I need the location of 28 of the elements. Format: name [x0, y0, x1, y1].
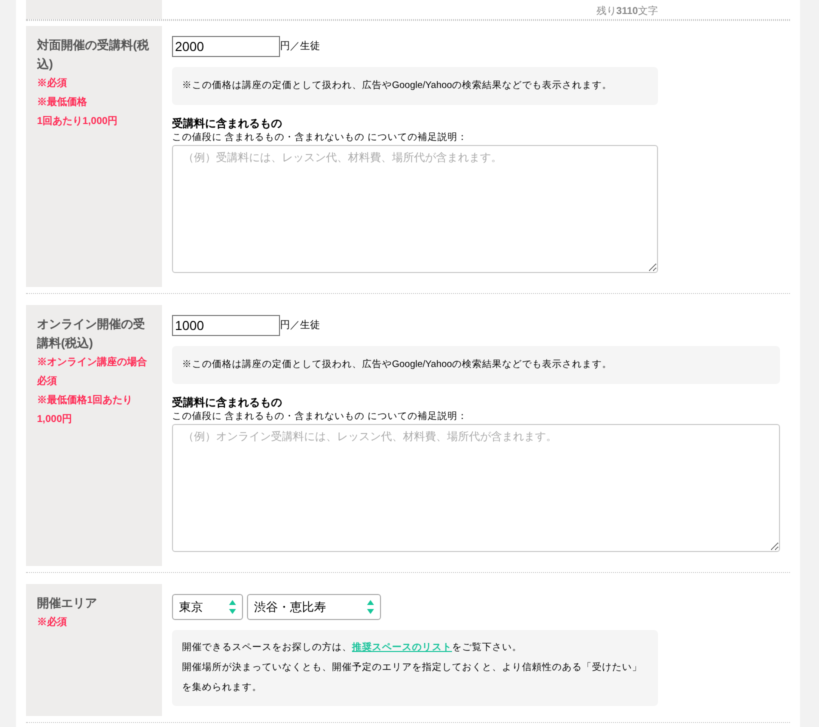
- up-down-arrow-icon: [367, 600, 374, 614]
- required-note: ※必須: [37, 76, 68, 91]
- section-heading: 受講料に含まれるもの: [172, 396, 283, 410]
- required-note: ※最低価格1回あたり1,000円: [37, 394, 134, 427]
- notice-box: ※この価格は講座の定価として扱われ、広告やGoogle/Yahooの検索結果などでも表示されます。: [172, 346, 780, 384]
- description-textarea[interactable]: （例）受講料には、レッスン代、材料費、場所代が含まれます。: [172, 145, 658, 274]
- info-text: 開催場所が決まっていなくとも、開催予定のエリアを指定しておくと、より信頼性のある「受けたい」を集められます。: [182, 661, 643, 695]
- price-input[interactable]: 2000: [172, 36, 280, 57]
- price-input[interactable]: 1000: [172, 315, 280, 336]
- section-description: この値段に 含まれるもの・含まれないもの についての補足説明：: [172, 131, 468, 146]
- dropdown-select[interactable]: 渋谷・恵比寿: [247, 594, 381, 620]
- info-text: 開催できるスペースをお探しの方は、推奨スペースのリスト をご覧下さい。: [182, 641, 523, 655]
- required-note: ※最低価格: [37, 96, 88, 110]
- required-note: 1回あたり1,000円: [37, 115, 119, 129]
- unit-text: 円／生徒: [280, 40, 320, 54]
- up-down-arrow-icon: [229, 600, 236, 614]
- description-textarea[interactable]: （例）オンライン受講料には、レッスン代、材料費、場所代が含まれます。: [172, 424, 780, 552]
- field-label: 対面開催の受講料(税込): [37, 37, 150, 73]
- remaining-count: 残り3110文字: [596, 7, 658, 17]
- notice-box: ※この価格は講座の定価として扱われ、広告やGoogle/Yahooの検索結果などでも表示されます。: [172, 67, 658, 106]
- dropdown-select[interactable]: 東京: [172, 594, 243, 620]
- required-note: ※必須: [37, 616, 68, 630]
- section-heading: 受講料に含まれるもの: [172, 117, 283, 132]
- field-label: オンライン開催の受講料(税込): [37, 316, 146, 352]
- field-label: 開催エリア: [37, 595, 98, 612]
- required-note: ※オンライン講座の場合必須: [37, 355, 148, 389]
- section-description: この値段に 含まれるもの・含まれないもの についての補足説明：: [172, 410, 468, 424]
- unit-text: 円／生徒: [280, 318, 320, 333]
